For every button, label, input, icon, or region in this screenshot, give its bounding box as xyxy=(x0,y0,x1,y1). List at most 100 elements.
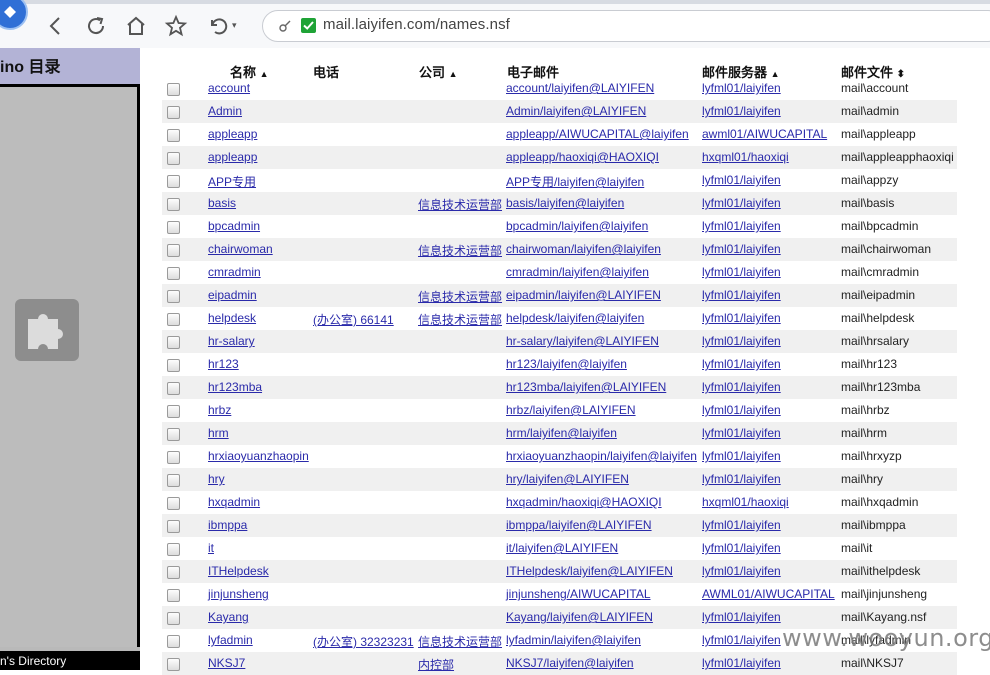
undo-icon[interactable] xyxy=(206,14,230,38)
cell-company[interactable]: 信息技术运营部 xyxy=(418,311,502,328)
address-bar[interactable]: mail.laiyifen.com/names.nsf xyxy=(262,10,990,42)
cell-email[interactable]: hr123mba/laiyifen@LAIYIFEN xyxy=(506,380,666,394)
cell-server[interactable]: lyfml01/laiyifen xyxy=(702,472,781,486)
cell-server[interactable]: lyfml01/laiyifen xyxy=(702,541,781,555)
cell-server[interactable]: lyfml01/laiyifen xyxy=(702,380,781,394)
cell-server[interactable]: hxqml01/haoxiqi xyxy=(702,150,789,164)
cell-company[interactable]: 信息技术运营部 xyxy=(418,633,502,650)
page-info-icon[interactable] xyxy=(277,18,293,39)
cell-email[interactable]: bpcadmin/laiyifen@laiyifen xyxy=(506,219,648,233)
cell-server[interactable]: lyfml01/laiyifen xyxy=(702,219,781,233)
cell-email[interactable]: Kayang/laiyifen@LAIYIFEN xyxy=(506,610,653,624)
row-checkbox[interactable] xyxy=(167,290,180,303)
cell-name[interactable]: appleapp xyxy=(208,127,257,141)
row-checkbox[interactable] xyxy=(167,336,180,349)
cell-email[interactable]: hrm/laiyifen@laiyifen xyxy=(506,426,617,440)
row-checkbox[interactable] xyxy=(167,543,180,556)
cell-email[interactable]: ibmppa/laiyifen@LAIYIFEN xyxy=(506,518,652,532)
cell-name[interactable]: ITHelpdesk xyxy=(208,564,269,578)
row-checkbox[interactable] xyxy=(167,658,180,671)
cell-name[interactable]: Kayang xyxy=(208,610,249,624)
row-checkbox[interactable] xyxy=(167,382,180,395)
cell-email[interactable]: lyfadmin/laiyifen@laiyifen xyxy=(506,633,641,647)
cell-name[interactable]: hrbz xyxy=(208,403,231,417)
cell-server[interactable]: lyfml01/laiyifen xyxy=(702,357,781,371)
cell-name[interactable]: basis xyxy=(208,196,236,210)
cell-server[interactable]: lyfml01/laiyifen xyxy=(702,426,781,440)
cell-company[interactable]: 信息技术运营部 xyxy=(418,242,502,259)
cell-name[interactable]: chairwoman xyxy=(208,242,273,256)
row-checkbox[interactable] xyxy=(167,405,180,418)
cell-name[interactable]: cmradmin xyxy=(208,265,261,279)
cell-name[interactable]: hxqadmin xyxy=(208,495,260,509)
row-checkbox[interactable] xyxy=(167,106,180,119)
cell-name[interactable]: account xyxy=(208,81,250,95)
cell-name[interactable]: hr-salary xyxy=(208,334,255,348)
cell-server[interactable]: lyfml01/laiyifen xyxy=(702,196,781,210)
url-text[interactable]: mail.laiyifen.com/names.nsf xyxy=(323,16,510,33)
cell-server[interactable]: AWML01/AIWUCAPITAL xyxy=(702,587,835,601)
cell-server[interactable]: lyfml01/laiyifen xyxy=(702,242,781,256)
cell-email[interactable]: helpdesk/laiyifen@laiyifen xyxy=(506,311,644,325)
cell-name[interactable]: hr123 xyxy=(208,357,239,371)
row-checkbox[interactable] xyxy=(167,152,180,165)
cell-server[interactable]: lyfml01/laiyifen xyxy=(702,610,781,624)
cell-email[interactable]: ITHelpdesk/laiyifen@LAIYIFEN xyxy=(506,564,673,578)
row-checkbox[interactable] xyxy=(167,198,180,211)
row-checkbox[interactable] xyxy=(167,83,180,96)
cell-name[interactable]: it xyxy=(208,541,214,555)
cell-name[interactable]: appleapp xyxy=(208,150,257,164)
cell-email[interactable]: NKSJ7/laiyifen@laiyifen xyxy=(506,656,634,670)
cell-name[interactable]: Admin xyxy=(208,104,242,118)
row-checkbox[interactable] xyxy=(167,221,180,234)
cell-company[interactable]: 信息技术运营部 xyxy=(418,288,502,305)
cell-server[interactable]: lyfml01/laiyifen xyxy=(702,288,781,302)
cell-email[interactable]: account/laiyifen@LAIYIFEN xyxy=(506,81,654,95)
row-checkbox[interactable] xyxy=(167,244,180,257)
back-arrow-icon[interactable] xyxy=(44,14,68,38)
cell-name[interactable]: hrm xyxy=(208,426,229,440)
cell-email[interactable]: it/laiyifen@LAIYIFEN xyxy=(506,541,618,555)
cell-server[interactable]: hxqml01/haoxiqi xyxy=(702,495,789,509)
cell-company[interactable]: 内控部 xyxy=(418,656,454,673)
cell-name[interactable]: helpdesk xyxy=(208,311,256,325)
cell-server[interactable]: lyfml01/laiyifen xyxy=(702,449,781,463)
cell-name[interactable]: hrxiaoyuanzhaopin xyxy=(208,449,309,463)
row-checkbox[interactable] xyxy=(167,612,180,625)
cell-name[interactable]: ibmppa xyxy=(208,518,247,532)
cell-email[interactable]: cmradmin/laiyifen@laiyifen xyxy=(506,265,649,279)
cell-phone[interactable]: (办公室) 66141 xyxy=(313,311,394,328)
star-icon[interactable] xyxy=(164,14,188,38)
cell-server[interactable]: lyfml01/laiyifen xyxy=(702,104,781,118)
cell-email[interactable]: eipadmin/laiyifen@LAIYIFEN xyxy=(506,288,661,302)
row-checkbox[interactable] xyxy=(167,635,180,648)
cell-email[interactable]: hry/laiyifen@LAIYIFEN xyxy=(506,472,629,486)
cell-email[interactable]: appleapp/AIWUCAPITAL@laiyifen xyxy=(506,127,689,141)
cell-name[interactable]: bpcadmin xyxy=(208,219,260,233)
cell-email[interactable]: hrxiaoyuanzhaopin/laiyifen@laiyifen xyxy=(506,449,697,463)
cell-email[interactable]: hr-salary/laiyifen@LAIYIFEN xyxy=(506,334,659,348)
cell-email[interactable]: hrbz/laiyifen@LAIYIFEN xyxy=(506,403,636,417)
row-checkbox[interactable] xyxy=(167,520,180,533)
browser-logo-icon[interactable] xyxy=(0,0,28,30)
cell-email[interactable]: APP专用/laiyifen@laiyifen xyxy=(506,173,644,190)
cell-company[interactable]: 信息技术运营部 xyxy=(418,196,502,213)
row-checkbox[interactable] xyxy=(167,497,180,510)
cell-server[interactable]: lyfml01/laiyifen xyxy=(702,173,781,187)
cell-email[interactable]: hxqadmin/haoxiqi@HAOXIQI xyxy=(506,495,662,509)
row-checkbox[interactable] xyxy=(167,451,180,464)
cell-email[interactable]: appleapp/haoxiqi@HAOXIQI xyxy=(506,150,659,164)
cell-server[interactable]: lyfml01/laiyifen xyxy=(702,518,781,532)
cell-name[interactable]: eipadmin xyxy=(208,288,257,302)
cell-email[interactable]: hr123/laiyifen@laiyifen xyxy=(506,357,627,371)
cell-server[interactable]: awml01/AIWUCAPITAL xyxy=(702,127,827,141)
cell-server[interactable]: lyfml01/laiyifen xyxy=(702,265,781,279)
cell-server[interactable]: lyfml01/laiyifen xyxy=(702,564,781,578)
undo-dropdown-icon[interactable]: ▾ xyxy=(232,20,237,31)
cell-name[interactable]: lyfadmin xyxy=(208,633,253,647)
cell-phone[interactable]: (办公室) 32323231 xyxy=(313,633,414,650)
cell-name[interactable]: hry xyxy=(208,472,225,486)
row-checkbox[interactable] xyxy=(167,175,180,188)
row-checkbox[interactable] xyxy=(167,589,180,602)
cell-email[interactable]: chairwoman/laiyifen@laiyifen xyxy=(506,242,661,256)
